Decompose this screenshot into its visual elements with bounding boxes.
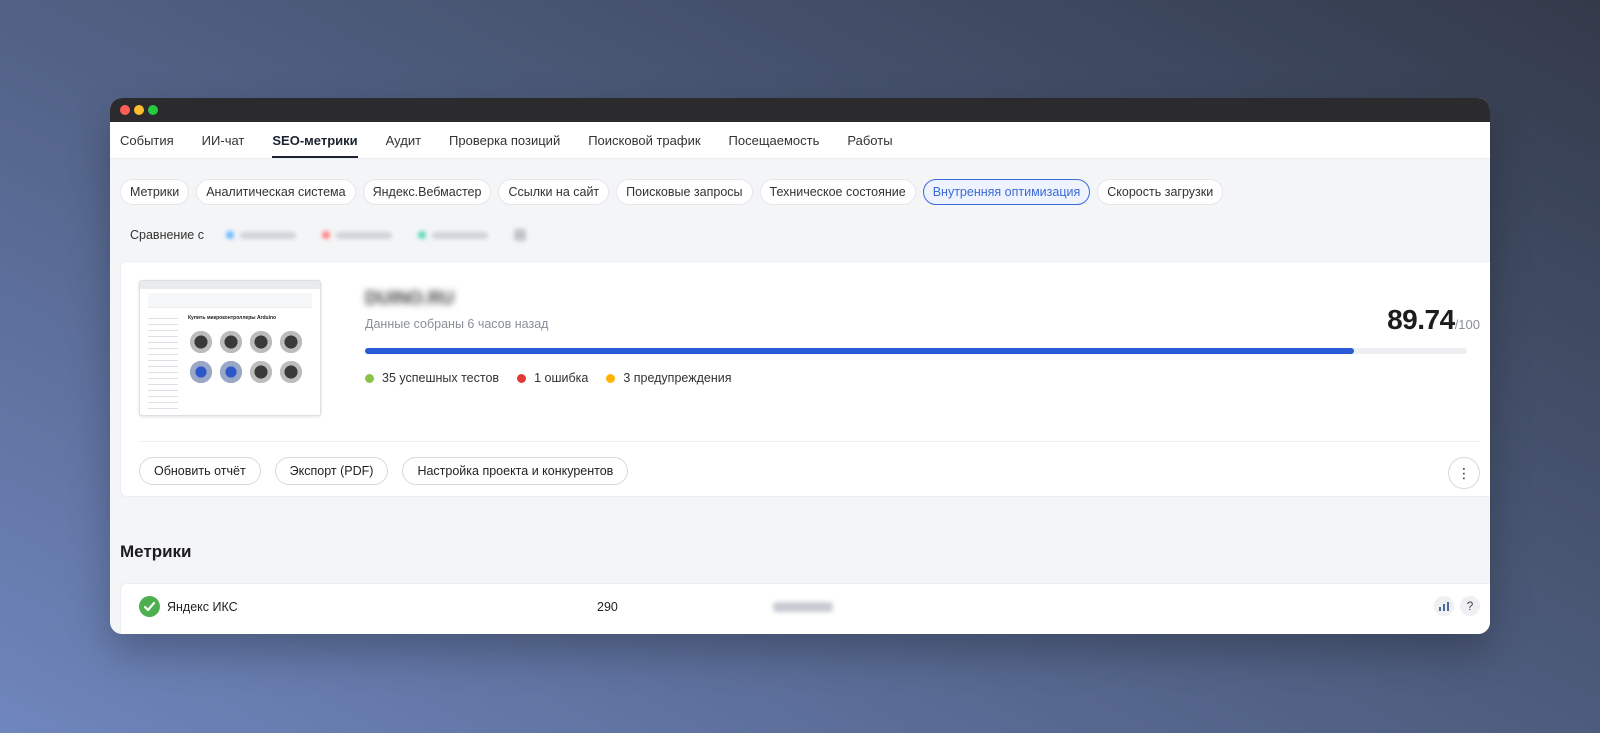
tab-audit[interactable]: Аудит [372,122,435,158]
test-passed[interactable]: 35 успешных тестов [365,371,499,385]
subtab-queries[interactable]: Поисковые запросы [616,179,753,205]
score-progress-fill [365,348,1354,354]
collected-time: Данные собраны 6 часов назад [365,317,549,331]
sub-navigation: Метрики Аналитическая система Яндекс.Веб… [110,159,1490,205]
error-dot-icon [517,373,527,383]
warning-dot-icon [606,373,616,383]
competitor-2[interactable] [322,231,392,239]
maximize-window-icon[interactable] [148,105,158,115]
tab-search-traffic[interactable]: Поисковой трафик [574,122,714,158]
export-pdf-button[interactable]: Экспорт (PDF) [274,457,389,485]
subtab-technical[interactable]: Техническое состояние [759,179,916,205]
site-name: DUINO.RU [365,288,454,308]
subtab-analytics[interactable]: Аналитическая система [196,179,356,205]
check-icon [139,596,160,617]
chart-icon[interactable] [1434,596,1454,616]
tab-positions[interactable]: Проверка позиций [435,122,574,158]
metric-change [773,602,833,612]
project-settings-button[interactable]: Настройка проекта и конкурентов [402,457,629,485]
test-summary: 35 успешных тестов 1 ошибка 3 предупрежд… [365,371,731,385]
competitor-3[interactable] [418,231,488,239]
tab-ai-chat[interactable]: ИИ-чат [188,122,259,158]
score-max: /100 [1454,317,1480,332]
add-competitor-button[interactable] [514,229,526,241]
subtab-internal-optimization[interactable]: Внутренняя оптимизация [922,179,1091,205]
metrics-table: Яндекс ИКС 290 ? [120,583,1490,634]
report-actions: Обновить отчёт Экспорт (PDF) Настройка п… [139,457,629,485]
score-value: 89.74 [1387,304,1455,335]
table-row[interactable]: Яндекс ИКС 290 ? [139,596,1480,618]
metrics-section-title: Метрики [120,542,192,561]
score: 89.74/100 [1387,304,1480,336]
close-window-icon[interactable] [120,105,130,115]
help-icon[interactable]: ? [1460,596,1480,616]
tab-attendance[interactable]: Посещаемость [715,122,834,158]
competitor-1[interactable] [226,231,296,239]
minimize-window-icon[interactable] [134,105,144,115]
report-card: Купить микроконтроллеры Arduino DUINO.RU… [120,261,1490,497]
subtab-links[interactable]: Ссылки на сайт [498,179,610,205]
metric-name: Яндекс ИКС [167,600,238,614]
divider [139,441,1480,442]
top-navigation: События ИИ-чат SEO-метрики Аудит Проверк… [110,122,1490,159]
app-window: События ИИ-чат SEO-метрики Аудит Проверк… [110,98,1490,634]
test-errors[interactable]: 1 ошибка [517,371,588,385]
metric-value: 290 [597,600,618,614]
refresh-report-button[interactable]: Обновить отчёт [139,457,261,485]
compare-bar: Сравнение с [110,205,1490,245]
site-screenshot-title: Купить микроконтроллеры Arduino [188,315,277,321]
metric-row-actions: ? [1434,596,1480,616]
test-warnings[interactable]: 3 предупреждения [606,371,731,385]
subtab-speed[interactable]: Скорость загрузки [1097,179,1224,205]
title-bar [110,98,1490,122]
subtab-webmaster[interactable]: Яндекс.Вебмастер [362,179,492,205]
compare-label: Сравнение с [130,228,204,242]
tab-seo-metrics[interactable]: SEO-метрики [258,122,371,158]
success-dot-icon [365,373,374,383]
site-screenshot[interactable]: Купить микроконтроллеры Arduino [139,280,321,416]
tab-works[interactable]: Работы [833,122,906,158]
subtab-metrics[interactable]: Метрики [120,179,190,205]
tab-events[interactable]: События [120,122,188,158]
score-progress-bar [365,348,1467,354]
more-vertical-icon[interactable]: ⋮ [1448,457,1480,489]
